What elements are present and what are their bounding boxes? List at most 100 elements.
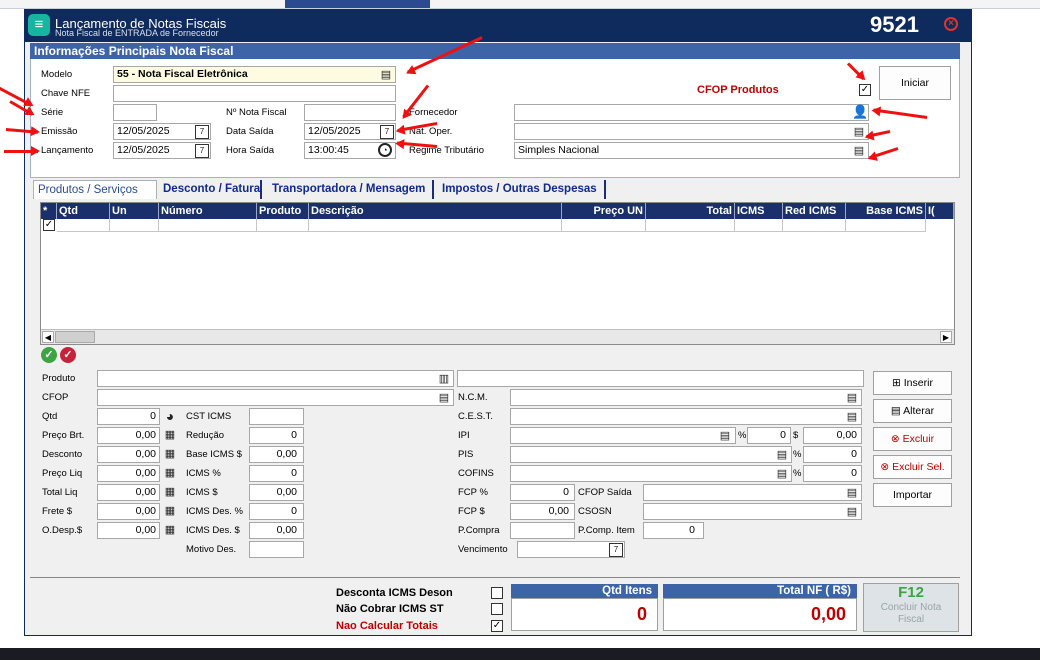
search-list-icon[interactable]: ▤ xyxy=(845,486,859,500)
regime-input[interactable]: Simples Nacional xyxy=(514,142,869,159)
column-header[interactable]: * xyxy=(41,203,57,219)
excluir-sel-button[interactable]: ⊗ Excluir Sel. xyxy=(873,455,952,479)
cfop-produtos-checkbox[interactable]: ✓ xyxy=(859,84,871,96)
ipi-pct-input[interactable]: 0 xyxy=(747,427,791,444)
column-header[interactable]: Base ICMS xyxy=(846,203,926,219)
close-icon[interactable]: × xyxy=(944,17,958,31)
grid-cell[interactable] xyxy=(159,219,257,232)
search-list-icon[interactable]: ▤ xyxy=(775,448,789,462)
frete-input[interactable]: 0,00 xyxy=(97,503,160,520)
importar-button[interactable]: Importar xyxy=(873,483,952,507)
grid-cell[interactable] xyxy=(646,219,735,232)
calculator-icon[interactable]: ▦ xyxy=(163,485,177,499)
scroll-right-arrow-icon[interactable]: ▶ xyxy=(940,331,952,343)
pis-pct-input[interactable]: 0 xyxy=(803,446,862,463)
calendar-icon[interactable]: 7 xyxy=(195,144,209,158)
cfop-input[interactable] xyxy=(97,389,454,406)
scroll-left-arrow-icon[interactable]: ◀ xyxy=(42,331,54,343)
list-lookup-icon[interactable]: ▤ xyxy=(379,68,393,82)
calculator-icon[interactable]: ▦ xyxy=(163,466,177,480)
calendar-icon[interactable]: 7 xyxy=(380,125,394,139)
pie-icon[interactable]: ◕ xyxy=(163,409,177,423)
base-icms-input[interactable]: 0,00 xyxy=(249,446,304,463)
tab-transportadora[interactable]: Transportadora / Mensagem xyxy=(268,180,434,199)
grid-cell[interactable] xyxy=(846,219,926,232)
cst-icms-input[interactable] xyxy=(249,408,304,425)
grid-cell[interactable] xyxy=(783,219,846,232)
pis-input[interactable] xyxy=(510,446,792,463)
grid-cell[interactable] xyxy=(309,219,562,232)
ipi-input[interactable] xyxy=(510,427,736,444)
column-header[interactable]: Un xyxy=(110,203,159,219)
serie-input[interactable] xyxy=(113,104,157,121)
iniciar-button[interactable]: Iniciar xyxy=(879,66,951,100)
fornecedor-input[interactable] xyxy=(514,104,869,121)
csosn-input[interactable] xyxy=(643,503,862,520)
nao-calcular-totais-checkbox[interactable]: ✓ xyxy=(491,620,503,632)
desconto-input[interactable]: 0,00 xyxy=(97,446,160,463)
cofins-pct-input[interactable]: 0 xyxy=(803,465,862,482)
search-list-icon[interactable]: ▤ xyxy=(845,410,859,424)
cancel-check-icon[interactable]: ✓ xyxy=(60,347,76,363)
inserir-button[interactable]: ⊞ Inserir xyxy=(873,371,952,395)
list-lookup-icon[interactable]: ▤ xyxy=(852,144,866,158)
column-header[interactable]: I( xyxy=(926,203,954,219)
tab-produtos-servicos[interactable]: Produtos / Serviços xyxy=(33,180,157,199)
calendar-icon[interactable]: 7 xyxy=(609,543,623,557)
cofins-input[interactable] xyxy=(510,465,792,482)
preco-brt-input[interactable]: 0,00 xyxy=(97,427,160,444)
produto-input[interactable] xyxy=(97,370,454,387)
column-header[interactable]: Qtd xyxy=(57,203,110,219)
grid-cell[interactable] xyxy=(562,219,646,232)
modelo-field[interactable]: 55 - Nota Fiscal Eletrônica xyxy=(113,66,396,83)
column-header[interactable]: Número xyxy=(159,203,257,219)
ncm-input[interactable] xyxy=(510,389,862,406)
total-liq-input[interactable]: 0,00 xyxy=(97,484,160,501)
chave-nfe-input[interactable] xyxy=(113,85,396,102)
search-list-icon[interactable]: ▤ xyxy=(775,467,789,481)
grid-cell[interactable] xyxy=(57,219,110,232)
nat-oper-input[interactable] xyxy=(514,123,869,140)
column-header[interactable]: Produto xyxy=(257,203,309,219)
tab-impostos[interactable]: Impostos / Outras Despesas xyxy=(438,180,606,199)
fcp-pct-input[interactable]: 0 xyxy=(510,484,575,501)
grid-cell[interactable] xyxy=(735,219,783,232)
nota-fiscal-input[interactable] xyxy=(304,104,396,121)
cfop-saida-input[interactable] xyxy=(643,484,862,501)
tab-desconto-fatura[interactable]: Desconto / Fatura xyxy=(159,180,262,199)
clock-icon[interactable]: ◔ xyxy=(378,143,392,157)
pcomp-item-input[interactable]: 0 xyxy=(643,522,704,539)
search-list-icon[interactable]: ▤ xyxy=(718,429,732,443)
search-list-icon[interactable]: ▤ xyxy=(845,505,859,519)
icms-des-val-input[interactable]: 0,00 xyxy=(249,522,304,539)
alterar-button[interactable]: ▤ Alterar xyxy=(873,399,952,423)
confirm-check-icon[interactable]: ✓ xyxy=(41,347,57,363)
calculator-icon[interactable]: ▦ xyxy=(163,504,177,518)
calculator-icon[interactable]: ▦ xyxy=(163,523,177,537)
cest-input[interactable] xyxy=(510,408,862,425)
column-header[interactable]: Total xyxy=(646,203,735,219)
qtd-input[interactable]: 0 xyxy=(97,408,160,425)
fcp-val-input[interactable]: 0,00 xyxy=(510,503,575,520)
grid-cell[interactable] xyxy=(257,219,309,232)
person-icon[interactable]: 👤 xyxy=(852,105,868,119)
calculator-icon[interactable]: ▦ xyxy=(163,428,177,442)
icms-des-pct-input[interactable]: 0 xyxy=(249,503,304,520)
excluir-button[interactable]: ⊗ Excluir xyxy=(873,427,952,451)
column-header[interactable]: ICMS xyxy=(735,203,783,219)
search-list-icon[interactable]: ▤ xyxy=(437,391,451,405)
search-list-icon[interactable]: ▤ xyxy=(845,391,859,405)
icms-pct-input[interactable]: 0 xyxy=(249,465,304,482)
scroll-thumb[interactable] xyxy=(55,331,95,343)
calculator-icon[interactable]: ▦ xyxy=(163,447,177,461)
produto-description-input[interactable] xyxy=(457,370,864,387)
icms-val-input[interactable]: 0,00 xyxy=(249,484,304,501)
calendar-icon[interactable]: 7 xyxy=(195,125,209,139)
nao-cobrar-icms-st-checkbox[interactable] xyxy=(491,603,503,615)
row-select-checkbox[interactable]: ✓ xyxy=(43,219,55,231)
pcompra-input[interactable] xyxy=(510,522,575,539)
preco-liq-input[interactable]: 0,00 xyxy=(97,465,160,482)
concluir-nota-button[interactable]: F12 Concluir Nota Fiscal xyxy=(863,583,959,632)
motivo-des-input[interactable] xyxy=(249,541,304,558)
horizontal-scrollbar[interactable]: ◀ ▶ xyxy=(41,329,954,344)
